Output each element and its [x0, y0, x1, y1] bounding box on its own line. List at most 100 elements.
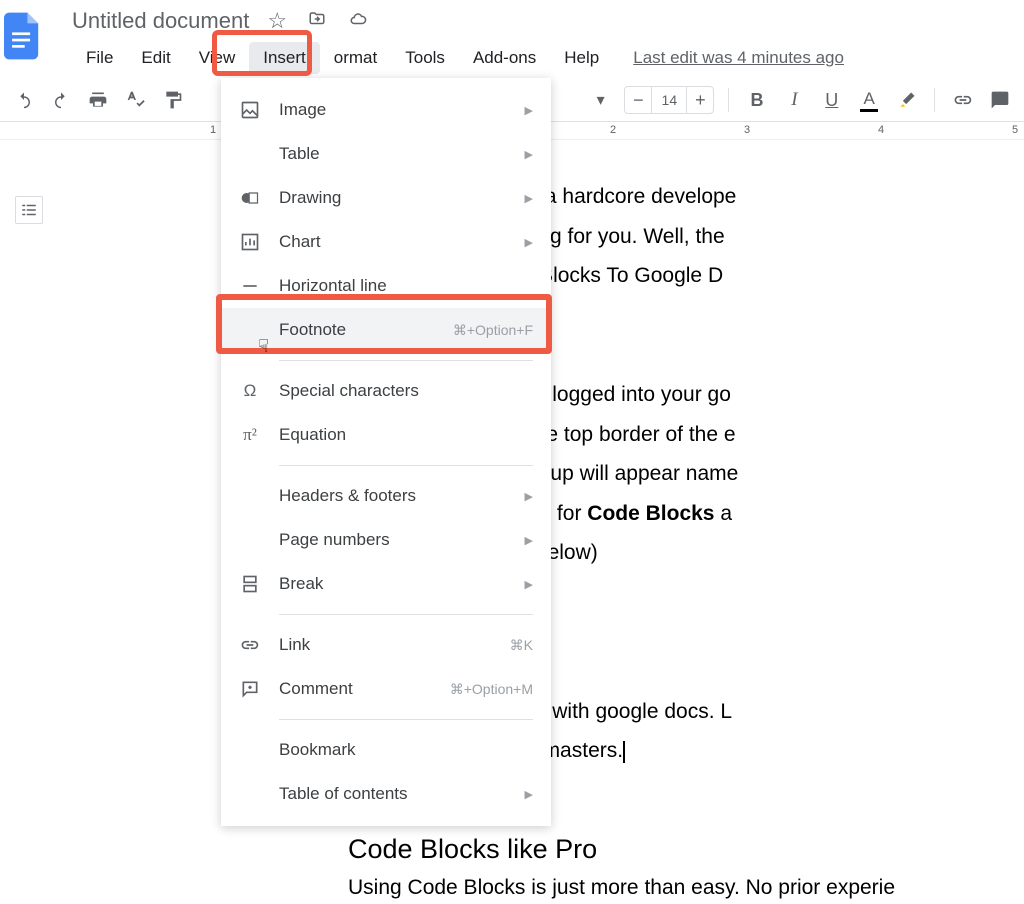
- menu-label: Chart: [279, 232, 507, 252]
- title-area: Untitled document ☆ File Edit View Inser…: [44, 2, 1024, 74]
- move-icon[interactable]: [307, 8, 327, 34]
- menu-item-bookmark[interactable]: Bookmark: [221, 728, 551, 772]
- spellcheck-button[interactable]: [122, 86, 149, 114]
- font-size-decrease[interactable]: −: [625, 87, 651, 113]
- menu-label: Drawing: [279, 188, 507, 208]
- menu-item-equation[interactable]: π² Equation: [221, 413, 551, 457]
- last-edit-link[interactable]: Last edit was 4 minutes ago: [633, 42, 844, 74]
- menu-file[interactable]: File: [72, 42, 127, 74]
- body-text: a: [714, 502, 732, 525]
- menu-label: Equation: [279, 425, 533, 445]
- undo-button[interactable]: [10, 86, 37, 114]
- submenu-arrow-icon: ▶: [525, 148, 533, 161]
- submenu-arrow-icon: ▶: [525, 236, 533, 249]
- menu-item-comment[interactable]: Comment ⌘+Option+M: [221, 667, 551, 711]
- shortcut-text: ⌘K: [510, 637, 533, 654]
- bookmark-icon: [239, 739, 261, 761]
- underline-button[interactable]: U: [818, 86, 845, 114]
- menu-separator: [279, 465, 533, 466]
- menu-item-image[interactable]: Image ▶: [221, 88, 551, 132]
- font-dropdown-arrow[interactable]: ▾: [587, 86, 614, 114]
- menu-label: Break: [279, 574, 507, 594]
- image-icon: [239, 99, 261, 121]
- header: Untitled document ☆ File Edit View Inser…: [0, 0, 1024, 74]
- ruler-mark-5: 5: [1012, 124, 1018, 136]
- menu-item-table[interactable]: Table ▶: [221, 132, 551, 176]
- paint-format-button[interactable]: [160, 86, 187, 114]
- chart-icon: [239, 231, 261, 253]
- star-icon[interactable]: ☆: [267, 8, 287, 34]
- menu-item-chart[interactable]: Chart ▶: [221, 220, 551, 264]
- menu-item-horizontal-line[interactable]: Horizontal line: [221, 264, 551, 308]
- horizontal-line-icon: [239, 275, 261, 297]
- menu-addons[interactable]: Add-ons: [459, 42, 550, 74]
- menu-help[interactable]: Help: [550, 42, 613, 74]
- docs-logo[interactable]: [0, 8, 44, 64]
- menu-label: Link: [279, 635, 492, 655]
- table-icon: [239, 143, 261, 165]
- menu-label: Bookmark: [279, 740, 533, 760]
- headers-icon: [239, 485, 261, 507]
- menu-label: Table of contents: [279, 784, 507, 804]
- heading: Code Blocks like Pro: [348, 828, 1024, 871]
- ruler-mark-3: 3: [744, 124, 750, 136]
- menu-edit[interactable]: Edit: [127, 42, 184, 74]
- ruler-mark-1: 1: [210, 124, 216, 136]
- submenu-arrow-icon: ▶: [525, 192, 533, 205]
- menu-insert[interactable]: Insert: [249, 42, 320, 74]
- menu-item-headers-footers[interactable]: Headers & footers ▶: [221, 474, 551, 518]
- menu-label: Page numbers: [279, 530, 507, 550]
- omega-icon: Ω: [239, 380, 261, 402]
- break-icon: [239, 573, 261, 595]
- menu-item-special-characters[interactable]: Ω Special characters: [221, 369, 551, 413]
- insert-comment-button[interactable]: [987, 86, 1014, 114]
- page-numbers-icon: [239, 529, 261, 551]
- font-size-value[interactable]: 14: [651, 87, 687, 113]
- menu-item-drawing[interactable]: Drawing ▶: [221, 176, 551, 220]
- menu-separator: [279, 614, 533, 615]
- drawing-icon: [239, 187, 261, 209]
- menu-format[interactable]: ormat: [320, 42, 391, 74]
- document-title[interactable]: Untitled document: [72, 8, 249, 34]
- submenu-arrow-icon: ▶: [525, 490, 533, 503]
- font-size-group: − 14 +: [624, 86, 714, 114]
- link-icon: [239, 634, 261, 656]
- submenu-arrow-icon: ▶: [525, 788, 533, 801]
- menu-view[interactable]: View: [185, 42, 250, 74]
- comment-icon: [239, 678, 261, 700]
- shortcut-text: ⌘+Option+M: [450, 681, 533, 698]
- ruler-mark-4: 4: [878, 124, 884, 136]
- highlight-button[interactable]: [893, 86, 920, 114]
- menu-label: Image: [279, 100, 507, 120]
- outline-icon[interactable]: [15, 196, 43, 224]
- menu-tools[interactable]: Tools: [391, 42, 459, 74]
- toc-icon: [239, 783, 261, 805]
- print-button[interactable]: [85, 86, 112, 114]
- text-color-button[interactable]: A: [856, 86, 883, 114]
- menubar: File Edit View Insert ormat Tools Add-on…: [44, 36, 1024, 74]
- menu-label: Comment: [279, 679, 432, 699]
- menu-label: Horizontal line: [279, 276, 533, 296]
- italic-button[interactable]: I: [781, 86, 808, 114]
- menu-label: Special characters: [279, 381, 533, 401]
- submenu-arrow-icon: ▶: [525, 534, 533, 547]
- menu-label: Headers & footers: [279, 486, 507, 506]
- ruler-mark-2: 2: [610, 124, 616, 136]
- insert-link-button[interactable]: [949, 86, 976, 114]
- menu-item-table-of-contents[interactable]: Table of contents ▶: [221, 772, 551, 816]
- font-size-increase[interactable]: +: [687, 87, 713, 113]
- text-cursor: [623, 741, 625, 763]
- insert-menu-dropdown: Image ▶ Table ▶ Drawing ▶ Chart ▶ Horizo…: [221, 78, 551, 826]
- redo-button[interactable]: [47, 86, 74, 114]
- menu-item-link[interactable]: Link ⌘K: [221, 623, 551, 667]
- submenu-arrow-icon: ▶: [525, 578, 533, 591]
- menu-label: Table: [279, 144, 507, 164]
- cloud-icon[interactable]: [347, 8, 369, 34]
- menu-item-footnote[interactable]: Footnote ⌘+Option+F: [221, 308, 551, 352]
- body-text: Code Blocks: [587, 502, 714, 525]
- menu-item-break[interactable]: Break ▶: [221, 562, 551, 606]
- menu-item-page-numbers[interactable]: Page numbers ▶: [221, 518, 551, 562]
- body-text: Using Code Blocks is just more than easy…: [348, 876, 895, 899]
- bold-button[interactable]: B: [743, 86, 770, 114]
- shortcut-text: ⌘+Option+F: [453, 322, 533, 339]
